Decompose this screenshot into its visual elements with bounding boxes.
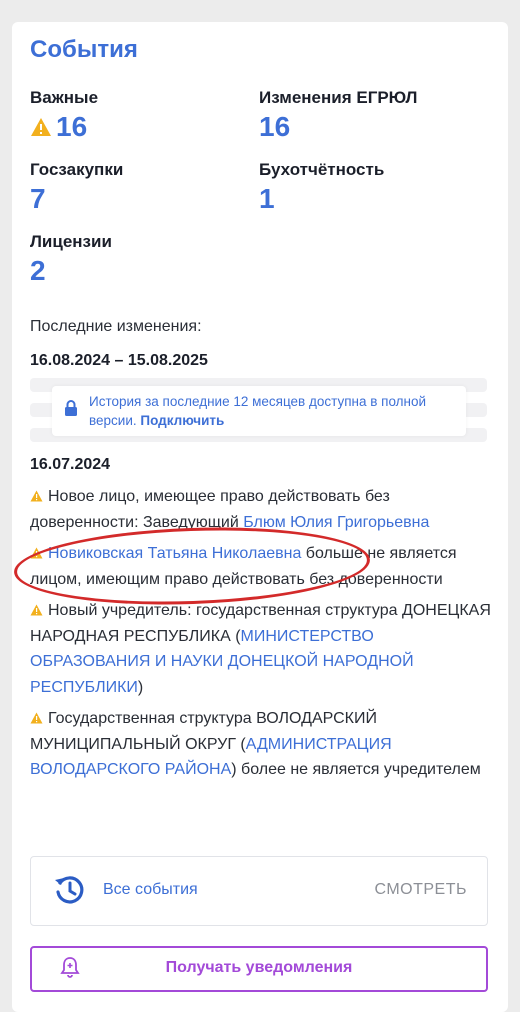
stat-licenses-label: Лицензии [30, 232, 112, 251]
history-notice: История за последние 12 месяцев доступна… [52, 386, 466, 436]
warning-icon [30, 604, 43, 616]
event-item: Новое лицо, имеющее право действовать бе… [30, 484, 492, 535]
stat-egrul-label: Изменения ЕГРЮЛ [259, 88, 418, 107]
stat-accounting-value: 1 [259, 183, 275, 214]
all-events-row[interactable]: Все события СМОТРЕТЬ [30, 856, 488, 926]
stat-egrul[interactable]: Изменения ЕГРЮЛ 16 [259, 88, 418, 142]
view-button[interactable]: СМОТРЕТЬ [374, 881, 467, 899]
recent-range: 16.08.2024 – 15.08.2025 [30, 352, 208, 369]
person-link[interactable]: Новиковская Татьяна Николаевна [48, 545, 301, 562]
stat-egrul-value: 16 [259, 111, 291, 142]
event-item: Новый учредитель: государственная структ… [30, 598, 492, 700]
event-text: ) [137, 678, 144, 696]
all-events-label: Все события [103, 881, 198, 898]
events-card: События Важные 16 Изменения ЕГРЮЛ 16 Гос… [12, 22, 508, 1012]
lock-icon [65, 400, 77, 416]
stat-important-label: Важные [30, 88, 99, 107]
card-title: События [30, 36, 138, 63]
notifications-button[interactable]: Получать уведомления [30, 946, 488, 992]
stat-licenses[interactable]: Лицензии 2 [30, 232, 112, 286]
event-item: Новиковская Татьяна Николаевна больше не… [30, 541, 492, 592]
warning-icon [30, 712, 43, 724]
warning-icon [30, 547, 43, 559]
event-date: 16.07.2024 [30, 456, 111, 473]
stat-important[interactable]: Важные 16 [30, 88, 98, 142]
stat-important-value: 16 [56, 111, 88, 142]
events-list: Новое лицо, имеющее право действовать бе… [30, 484, 492, 789]
notifications-label: Получать уведомления [165, 959, 353, 976]
history-icon [55, 876, 84, 904]
stat-accounting[interactable]: Бухотчётность 1 [259, 160, 384, 214]
event-item: Государственная структура ВОЛОДАРСКИЙ МУ… [30, 706, 492, 783]
recent-changes-label: Последние изменения: [30, 318, 202, 335]
event-text: ) более не является учредителем [231, 761, 481, 778]
stat-procurement-value: 7 [30, 183, 46, 214]
warning-icon [30, 490, 43, 502]
person-link[interactable]: Блюм Юлия Григорьевна [243, 514, 429, 531]
stat-accounting-label: Бухотчётность [259, 160, 385, 179]
stat-licenses-value: 2 [30, 255, 46, 286]
stat-procurement-label: Госзакупки [30, 160, 124, 179]
stat-procurement[interactable]: Госзакупки 7 [30, 160, 123, 214]
connect-link[interactable]: Подключить [140, 413, 224, 428]
warning-icon [31, 118, 51, 136]
